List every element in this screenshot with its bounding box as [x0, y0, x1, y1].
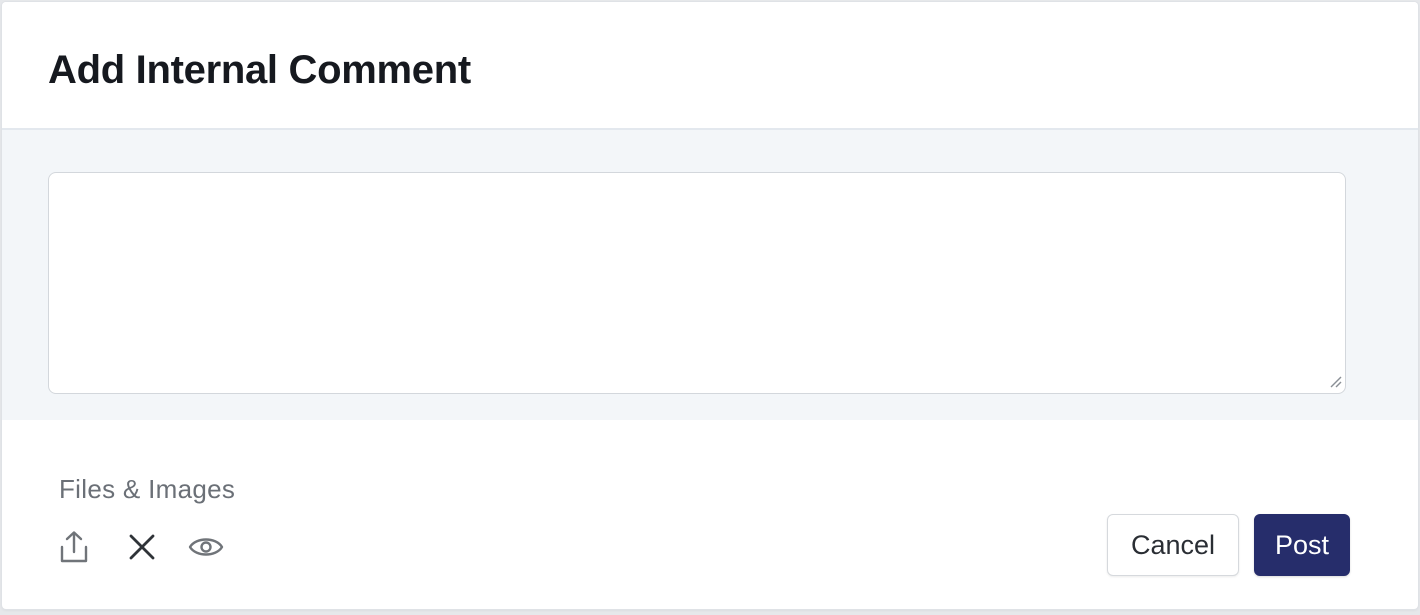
resize-handle-icon[interactable] — [1328, 374, 1342, 388]
files-images-label: Files & Images — [59, 474, 236, 504]
dialog-footer: Files & Images Cancel Post — [2, 420, 1418, 609]
comment-textarea[interactable] — [48, 172, 1346, 394]
eye-icon[interactable] — [186, 527, 226, 567]
close-icon[interactable] — [122, 527, 162, 567]
post-button[interactable]: Post — [1254, 514, 1350, 576]
upload-icon[interactable] — [54, 527, 94, 567]
dialog-title: Add Internal Comment — [48, 48, 471, 92]
dialog-header: Add Internal Comment — [2, 2, 1418, 130]
cancel-button[interactable]: Cancel — [1107, 514, 1239, 576]
add-internal-comment-dialog: Add Internal Comment Files & Images Canc… — [2, 2, 1418, 609]
dialog-body — [2, 130, 1418, 420]
